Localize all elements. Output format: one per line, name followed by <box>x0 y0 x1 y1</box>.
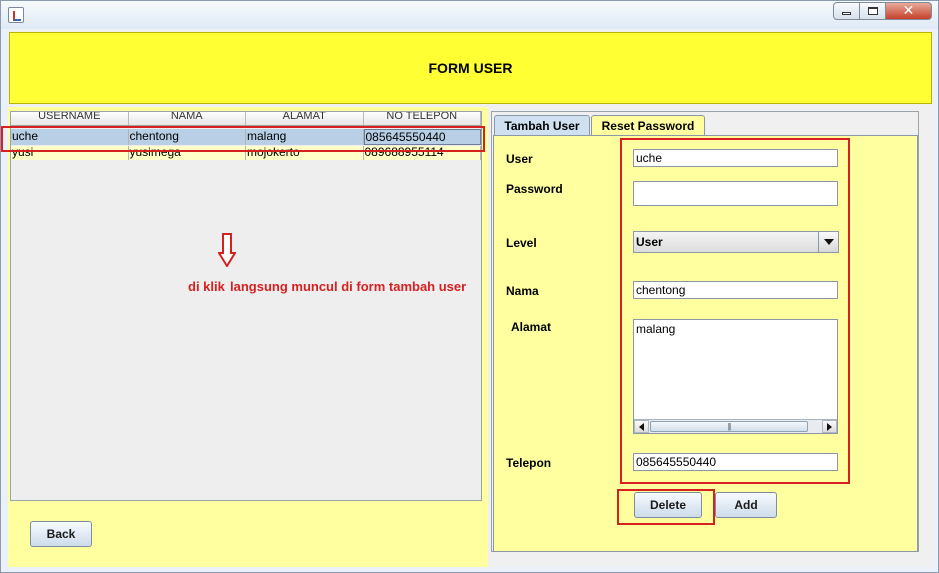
alamat-label: Alamat <box>511 320 552 334</box>
content-area: FORM USER USERNAME NAMA ALAMAT NO TELEPO… <box>1 30 933 567</box>
column-header-nama[interactable]: NAMA <box>129 112 246 125</box>
tab-reset-password[interactable]: Reset Password <box>591 115 705 135</box>
annotation-text: di klik <box>188 279 225 294</box>
user-label: User <box>506 152 533 166</box>
title-bar[interactable]: ✕ <box>1 1 938 29</box>
tab-tambah-user[interactable]: Tambah User <box>494 115 590 136</box>
column-header-alamat[interactable]: ALAMAT <box>246 112 364 125</box>
password-label: Password <box>506 182 563 196</box>
annotation-text: langsung muncul di form tambah user <box>230 279 467 294</box>
maximize-icon <box>867 7 878 15</box>
annotation-arrow-down-icon <box>218 233 236 267</box>
app-window: ✕ FORM USER USERNAME NAMA ALAMAT NO TELE… <box>0 0 939 573</box>
table-header: USERNAME NAMA ALAMAT NO TELEPON <box>11 112 481 126</box>
add-button[interactable]: Add <box>715 492 777 518</box>
column-header-username[interactable]: USERNAME <box>11 112 129 125</box>
telepon-label: Telepon <box>506 456 552 470</box>
column-header-no-telepon[interactable]: NO TELEPON <box>364 112 481 125</box>
annotation-highlight-row <box>1 126 485 152</box>
nama-label: Nama <box>506 284 539 298</box>
minimize-button[interactable] <box>833 2 860 20</box>
annotation-highlight-delete <box>617 489 715 525</box>
user-table: USERNAME NAMA ALAMAT NO TELEPON uche che… <box>10 111 482 501</box>
java-app-icon <box>8 7 24 23</box>
minimize-icon <box>842 12 851 15</box>
close-button[interactable]: ✕ <box>886 2 932 20</box>
page-title: FORM USER <box>428 60 513 76</box>
maximize-button[interactable] <box>860 2 886 20</box>
level-label: Level <box>506 236 537 250</box>
annotation-highlight-form <box>620 138 850 484</box>
back-button[interactable]: Back <box>30 521 92 547</box>
user-list-panel: USERNAME NAMA ALAMAT NO TELEPON uche che… <box>8 107 488 567</box>
window-controls: ✕ <box>833 2 932 20</box>
header-banner: FORM USER <box>9 32 932 104</box>
close-icon: ✕ <box>902 3 915 19</box>
